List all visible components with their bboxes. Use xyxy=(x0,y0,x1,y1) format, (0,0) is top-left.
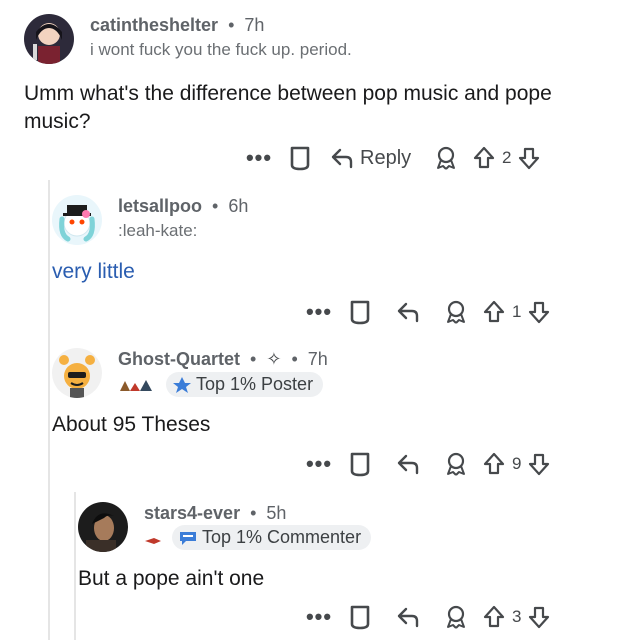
separator: • xyxy=(228,15,235,35)
downvote-button[interactable] xyxy=(515,146,543,170)
badge-label: Top 1% Commenter xyxy=(202,527,362,547)
downvote-button[interactable] xyxy=(525,300,553,324)
comment-author[interactable]: stars4-ever • 5h xyxy=(144,503,286,524)
timestamp: 6h xyxy=(228,196,249,216)
avatar[interactable] xyxy=(52,195,102,245)
save-button[interactable] xyxy=(276,145,324,171)
thread-line[interactable] xyxy=(48,180,50,640)
username[interactable]: stars4-ever xyxy=(144,503,240,523)
separator: • xyxy=(250,503,257,523)
reply-button[interactable] xyxy=(384,301,432,323)
reply-icon xyxy=(397,302,419,323)
comment-body: About 95 Theses xyxy=(52,413,211,436)
avatar[interactable] xyxy=(52,348,102,398)
more-button[interactable]: ••• xyxy=(242,145,276,170)
reply-button[interactable] xyxy=(384,606,432,628)
reply-icon xyxy=(331,148,353,169)
comment-actions: ••• Reply 2 xyxy=(242,140,543,176)
upvote-icon xyxy=(483,452,505,475)
award-button[interactable] xyxy=(432,299,480,325)
upvote-button[interactable] xyxy=(480,605,508,629)
separator: • xyxy=(212,196,219,216)
username[interactable]: catintheshelter xyxy=(90,15,218,35)
more-icon: ••• xyxy=(245,145,273,170)
save-button[interactable] xyxy=(336,604,384,630)
comment-actions: ••• 9 xyxy=(302,446,553,482)
more-button[interactable]: ••• xyxy=(302,604,336,629)
comment-body: very little xyxy=(52,260,135,283)
username[interactable]: letsallpoo xyxy=(118,196,202,216)
reply-icon xyxy=(397,607,419,628)
comment-author[interactable]: catintheshelter • 7h xyxy=(90,15,264,36)
timestamp: 5h xyxy=(266,503,287,523)
timestamp: 7h xyxy=(244,15,265,35)
downvote-button[interactable] xyxy=(525,605,553,629)
downvote-icon xyxy=(519,147,540,170)
top-poster-badge[interactable]: Top 1% Poster xyxy=(166,372,324,397)
avatar[interactable] xyxy=(24,14,74,64)
comment-actions: ••• 3 xyxy=(302,599,553,635)
award-button[interactable] xyxy=(432,451,480,477)
vote-score: 1 xyxy=(512,302,522,321)
more-icon: ••• xyxy=(305,604,333,629)
award-icon xyxy=(447,452,465,476)
achievement-icon: ✧ xyxy=(266,349,282,369)
badge-icon xyxy=(173,376,191,393)
bookmark-icon xyxy=(350,605,370,630)
comment-body: Umm what's the difference between pop mu… xyxy=(24,82,552,133)
upvote-icon xyxy=(483,605,505,628)
upvote-button[interactable] xyxy=(480,300,508,324)
award-icon xyxy=(447,605,465,629)
vote-score: 9 xyxy=(512,454,522,473)
user-flair: i wont fuck you the fuck up. period. xyxy=(90,40,352,59)
reply-button[interactable] xyxy=(384,453,432,475)
avatar[interactable] xyxy=(78,502,128,552)
top-commenter-badge[interactable]: Top 1% Commenter xyxy=(172,525,372,550)
upvote-button[interactable] xyxy=(470,146,498,170)
separator: • xyxy=(250,349,257,369)
award-button[interactable] xyxy=(422,145,470,171)
reply-label: Reply xyxy=(360,146,412,169)
username[interactable]: Ghost-Quartet xyxy=(118,349,240,369)
thread-line[interactable] xyxy=(74,492,76,640)
more-icon: ••• xyxy=(305,451,333,476)
reply-icon xyxy=(397,454,419,475)
bookmark-icon xyxy=(350,300,370,325)
bookmark-icon xyxy=(350,452,370,477)
award-button[interactable] xyxy=(432,604,480,630)
award-icon xyxy=(437,146,455,170)
downvote-icon xyxy=(529,453,550,476)
user-flair: :leah-kate: xyxy=(118,221,198,240)
downvote-icon xyxy=(529,606,550,629)
downvote-icon xyxy=(529,301,550,324)
bookmark-icon xyxy=(290,146,310,171)
timestamp: 7h xyxy=(307,349,328,369)
upvote-button[interactable] xyxy=(480,452,508,476)
badge-label: Top 1% Poster xyxy=(196,374,314,394)
upvote-icon xyxy=(473,146,495,169)
downvote-button[interactable] xyxy=(525,452,553,476)
emoji-flair xyxy=(144,533,162,544)
reply-button[interactable]: Reply xyxy=(324,147,422,170)
vote-score: 3 xyxy=(512,607,522,626)
comment-actions: ••• 1 xyxy=(302,294,553,330)
comment-body: But a pope ain't one xyxy=(78,567,265,590)
save-button[interactable] xyxy=(336,299,384,325)
vote-score: 2 xyxy=(502,148,512,167)
more-button[interactable]: ••• xyxy=(302,451,336,476)
more-button[interactable]: ••• xyxy=(302,299,336,324)
comment-author[interactable]: letsallpoo • 6h xyxy=(118,196,248,217)
emoji-flair xyxy=(118,378,156,392)
separator: • xyxy=(291,349,298,369)
upvote-icon xyxy=(483,300,505,323)
badge-icon xyxy=(180,531,196,545)
comment-author[interactable]: Ghost-Quartet • ✧ • 7h xyxy=(118,349,328,370)
save-button[interactable] xyxy=(336,451,384,477)
award-icon xyxy=(447,300,465,324)
more-icon: ••• xyxy=(305,299,333,324)
